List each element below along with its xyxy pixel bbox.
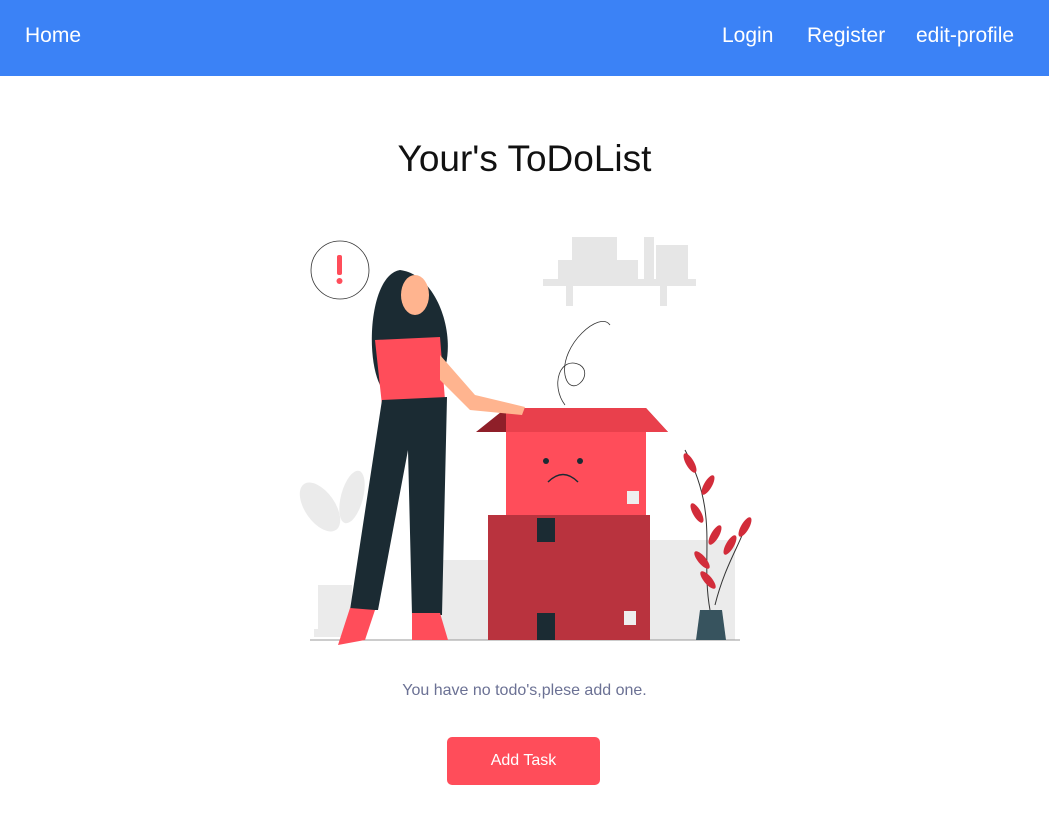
add-task-button[interactable]: Add Task [447, 737, 600, 785]
nav-login-link[interactable]: Login [722, 24, 773, 48]
background-box [440, 560, 490, 640]
shelf-decoration [543, 237, 696, 306]
nav-edit-profile-link[interactable]: edit-profile [916, 24, 1014, 48]
empty-state-illustration [299, 237, 752, 645]
empty-state-message: You have no todo's,plese add one. [402, 682, 647, 699]
navbar: Home Login Register edit-profile [0, 0, 1049, 76]
page-title: Your's ToDoList [397, 138, 652, 179]
sad-box-icon [476, 321, 668, 640]
nav-home-link[interactable]: Home [25, 24, 81, 48]
nav-register-link[interactable]: Register [807, 24, 885, 48]
